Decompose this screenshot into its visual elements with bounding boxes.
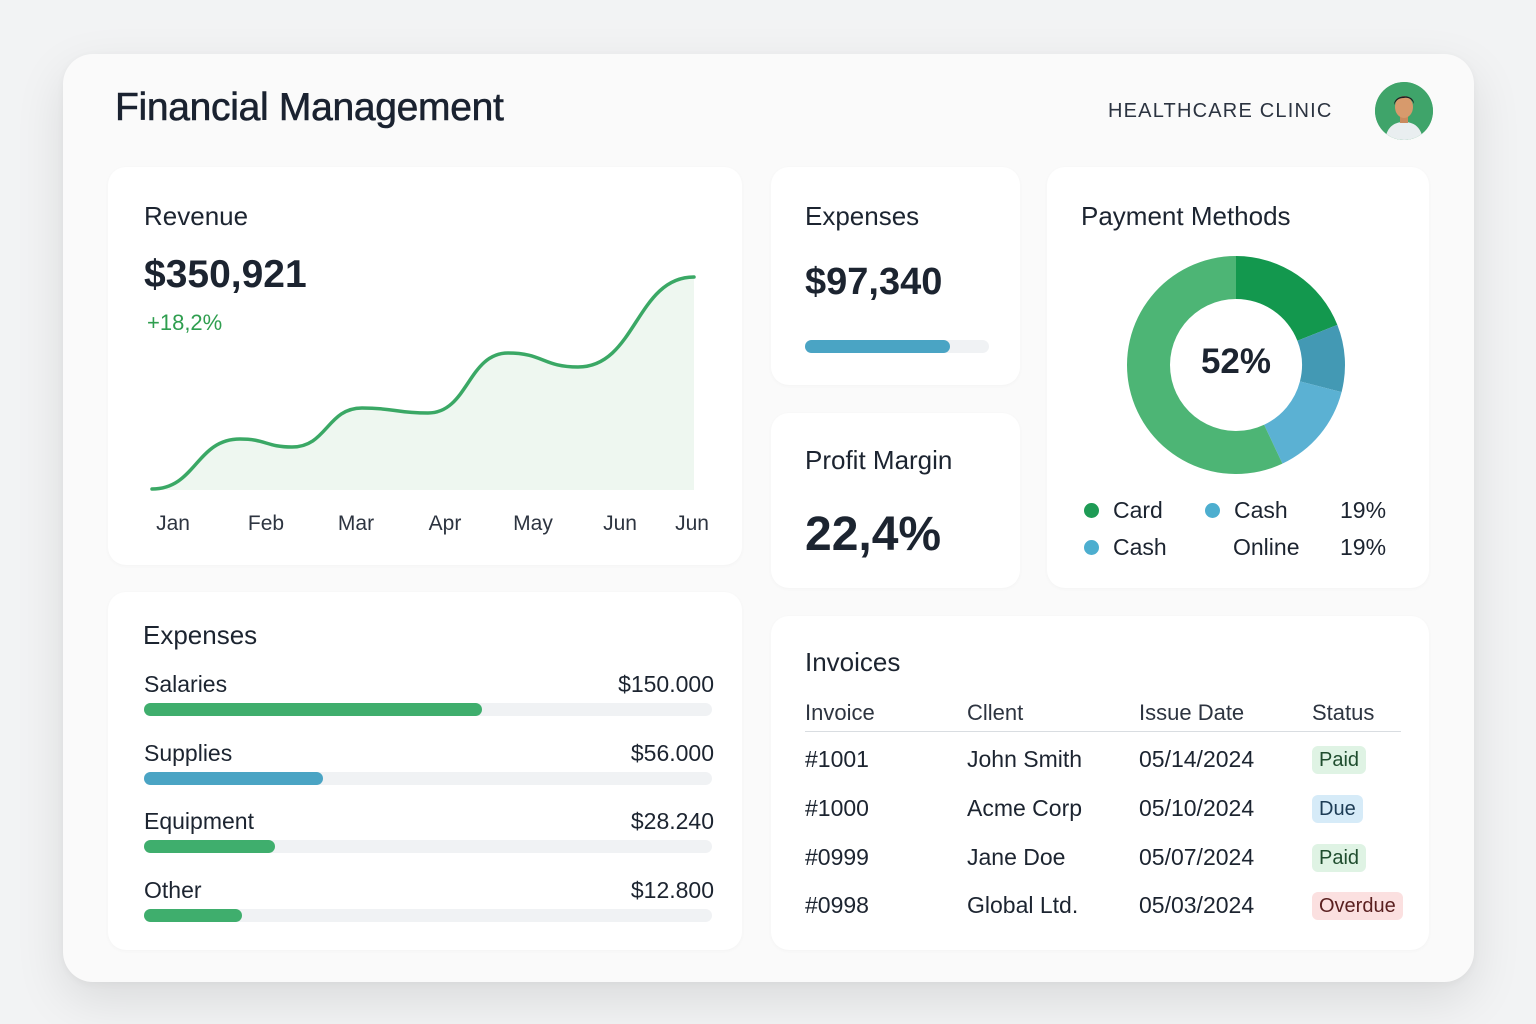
expense-value: $12.800 <box>630 877 714 903</box>
invoice-number: #0998 <box>805 892 869 918</box>
month-label: Mar <box>337 512 375 535</box>
legend-card-label: Card <box>1113 497 1163 523</box>
expenses-summary-progress-fill <box>805 340 951 353</box>
month-label: Apr <box>428 512 462 535</box>
expenses-summary-amount: $97,340 <box>805 261 943 303</box>
user-avatar[interactable] <box>1375 82 1433 140</box>
revenue-change: +18,2% <box>147 310 223 335</box>
issue-date: 05/03/2024 <box>1139 892 1255 918</box>
expense-label: Salaries <box>144 671 228 697</box>
legend-pct-2: 19% <box>1340 534 1387 560</box>
expense-track <box>144 772 712 785</box>
invoices-title: Invoices <box>805 647 901 677</box>
revenue-card: Revenue $350,921 +18,2% <box>108 167 742 565</box>
client-name: Acme Corp <box>967 795 1083 821</box>
issue-date: 05/10/2024 <box>1139 795 1255 821</box>
invoices-card: Invoices Invoice Cllent Issue Date Statu… <box>771 616 1429 950</box>
expense-value: $28.240 <box>630 808 714 834</box>
status-badge: Paid <box>1312 746 1367 774</box>
month-label: Jun <box>603 512 637 535</box>
organization-name: HEALTHCARE CLINIC <box>1108 100 1333 122</box>
legend-cash-2-dot <box>1084 540 1099 555</box>
issue-date: 05/07/2024 <box>1139 844 1255 870</box>
expense-fill <box>144 909 242 922</box>
table-row[interactable]: #0999 Jane Doe 05/07/2024 Paid <box>771 844 1429 876</box>
header-divider <box>805 731 1401 732</box>
expense-track <box>144 703 712 716</box>
donut-slice[interactable] <box>1236 256 1338 341</box>
month-label: Jan <box>156 512 190 535</box>
client-name: Jane Doe <box>967 844 1066 870</box>
invoice-number: #1000 <box>805 795 869 821</box>
page-title: Financial Management <box>115 86 504 130</box>
status-badge: Paid <box>1312 844 1367 872</box>
issue-date: 05/14/2024 <box>1139 746 1255 772</box>
expense-value: $56.000 <box>630 740 714 766</box>
expense-track <box>144 840 712 853</box>
month-label: Feb <box>247 512 285 535</box>
expenses-summary-progress-track <box>805 340 989 353</box>
expense-track <box>144 909 712 922</box>
legend-pct-1: 19% <box>1340 497 1387 523</box>
table-row[interactable]: #1001 John Smith 05/14/2024 Paid <box>771 746 1429 778</box>
profit-margin-title: Profit Margin <box>805 445 953 475</box>
column-header-issue-date[interactable]: Issue Date <box>1139 700 1244 726</box>
expense-fill <box>144 840 275 853</box>
legend-online-label: Online <box>1233 534 1300 560</box>
client-name: Global Ltd. <box>967 892 1079 918</box>
expenses-breakdown-title: Expenses <box>143 620 258 650</box>
invoice-number: #0999 <box>805 844 869 870</box>
avatar-person-icon <box>1375 82 1433 140</box>
profit-margin-card: Profit Margin 22,4% <box>771 413 1020 588</box>
legend-cash-2-label: Cash <box>1113 534 1167 560</box>
revenue-amount: $350,921 <box>144 253 307 296</box>
invoice-number: #1001 <box>805 746 869 772</box>
month-label: Jun <box>675 512 709 535</box>
payment-methods-title: Payment Methods <box>1081 201 1291 231</box>
status-badge: Due <box>1312 795 1363 823</box>
legend-cash-dot <box>1205 503 1220 518</box>
expense-fill <box>144 703 482 716</box>
expenses-summary-card: Expenses $97,340 <box>771 167 1020 385</box>
expense-label: Other <box>144 877 202 903</box>
expenses-summary-title: Expenses <box>805 201 920 231</box>
legend-cash-label: Cash <box>1234 497 1288 523</box>
status-badge: Overdue <box>1312 892 1403 920</box>
column-header-invoice[interactable]: Invoice <box>805 700 875 726</box>
expense-fill <box>144 772 323 785</box>
client-name: John Smith <box>967 746 1083 772</box>
expenses-breakdown-card: Expenses Salaries $150.000 Supplies $56.… <box>108 592 742 950</box>
table-row[interactable]: #0998 Global Ltd. 05/03/2024 Overdue <box>771 892 1429 924</box>
month-label: May <box>513 512 553 535</box>
expense-value: $150.000 <box>618 671 714 697</box>
legend-card-dot <box>1084 503 1099 518</box>
column-header-client[interactable]: Cllent <box>967 700 1023 726</box>
expense-label: Supplies <box>144 740 233 766</box>
revenue-title: Revenue <box>144 201 249 231</box>
profit-margin-value: 22,4% <box>805 508 942 561</box>
donut-center-label: 52% <box>1200 342 1272 381</box>
column-header-status[interactable]: Status <box>1312 700 1374 726</box>
table-row[interactable]: #1000 Acme Corp 05/10/2024 Due <box>771 795 1429 827</box>
expense-label: Equipment <box>144 808 254 834</box>
